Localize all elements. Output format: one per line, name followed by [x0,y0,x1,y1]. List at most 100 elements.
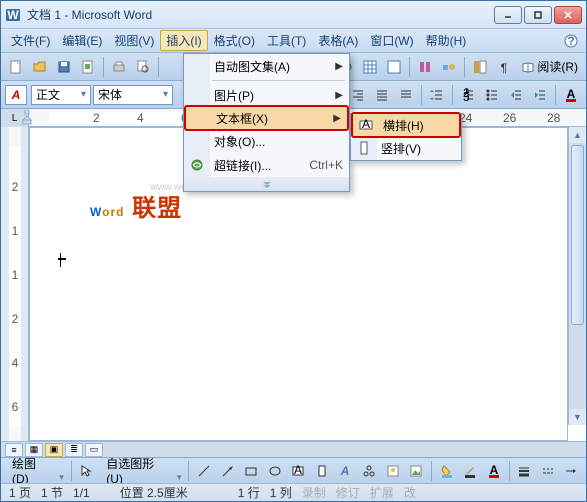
numbering-icon[interactable]: 123 [457,84,479,106]
menu-autotext[interactable]: 自动图文集(A) ▶ [184,54,349,78]
menu-table[interactable]: 表格(A) [312,30,364,51]
status-column: 1 列 [270,484,292,501]
bullets-icon[interactable] [481,84,503,106]
vertical-ruler[interactable]: 2 1 1 2 4 6 [1,127,29,441]
view-tabs: ≡ ▦ ▣ ≣ ▭ [1,441,586,457]
wordart-icon[interactable]: A [335,460,357,482]
minimize-button[interactable] [494,6,522,24]
menu-tools[interactable]: 工具(T) [261,30,312,51]
status-overwrite[interactable]: 改 [404,484,416,501]
show-hide-icon[interactable]: ¶ [493,56,515,78]
submenu-arrow-icon: ▶ [335,90,343,101]
print-icon[interactable] [108,56,130,78]
statusbar: 1 页 1 节 1/1 位置 2.5厘米 1 行 1 列 录制 修订 扩展 改 [1,483,586,501]
insert-dropdown: 自动图文集(A) ▶ 图片(P) ▶ 文本框(X) ▶ 对象(O)... 超链接… [183,53,350,192]
close-button[interactable] [554,6,582,24]
submenu-vertical[interactable]: 竖排(V) [351,136,461,160]
align-right-icon[interactable] [347,84,369,106]
columns-icon[interactable] [414,56,436,78]
menu-expand-icon[interactable] [184,177,349,191]
fill-color-icon[interactable] [436,460,458,482]
font-color-icon[interactable]: A [560,84,582,106]
menu-object[interactable]: 对象(O)... [184,129,349,153]
separator [555,85,556,105]
style-selector[interactable]: 正文 [31,85,91,105]
outline-view-icon[interactable]: ≣ [65,443,83,457]
svg-text:1: 1 [12,268,19,282]
textbox-submenu: A 横排(H) 竖排(V) [350,113,462,161]
titlebar: W 文档 1 - Microsoft Word [1,1,586,29]
new-doc-icon[interactable] [5,56,27,78]
status-revision[interactable]: 修订 [336,484,360,501]
status-extend[interactable]: 扩展 [370,484,394,501]
menu-file[interactable]: 文件(F) [5,30,56,51]
line-style-icon[interactable] [514,460,536,482]
horizontal-textbox-icon: A [358,117,374,133]
arrow-icon[interactable] [217,460,239,482]
excel-icon[interactable] [383,56,405,78]
scroll-down-icon[interactable]: ▼ [569,409,586,425]
line-spacing-icon[interactable] [426,84,448,106]
textbox-icon[interactable]: A [288,460,310,482]
menu-hyperlink[interactable]: 超链接(I)... Ctrl+K [184,153,349,177]
diagram-icon[interactable] [358,460,380,482]
vertical-textbox-icon[interactable] [311,460,333,482]
drawing-icon[interactable] [438,56,460,78]
doc-map-icon[interactable] [469,56,491,78]
status-position: 位置 2.5厘米 [120,484,188,501]
scroll-thumb[interactable] [571,145,584,325]
insert-picture-icon[interactable] [405,460,427,482]
status-section: 1 节 [41,484,63,501]
decrease-indent-icon[interactable] [505,84,527,106]
menu-view[interactable]: 视图(V) [108,30,160,51]
rectangle-icon[interactable] [241,460,263,482]
font-selector[interactable]: 宋体 [93,85,173,105]
menu-insert[interactable]: 插入(I) [160,30,207,51]
separator [509,461,510,481]
menu-edit[interactable]: 编辑(E) [56,30,108,51]
print-preview-icon[interactable] [132,56,154,78]
save-icon[interactable] [53,56,75,78]
svg-text:A: A [294,464,302,477]
menu-help[interactable]: 帮助(H) [420,30,473,51]
status-page: 1 页 [9,484,31,501]
menu-textbox[interactable]: 文本框(X) ▶ [185,106,348,130]
svg-text:6: 6 [12,400,19,414]
separator [188,461,189,481]
separator [71,461,72,481]
clipart-icon[interactable] [382,460,404,482]
distribute-icon[interactable] [395,84,417,106]
dash-style-icon[interactable] [537,460,559,482]
shortcut-label: Ctrl+K [309,158,343,172]
font-color-draw-icon[interactable]: A [483,460,505,482]
menu-format[interactable]: 格式(O) [208,30,261,51]
oval-icon[interactable] [264,460,286,482]
select-objects-icon[interactable] [76,460,98,482]
status-record[interactable]: 录制 [302,484,326,501]
indent-markers[interactable] [21,110,37,126]
submenu-horizontal[interactable]: A 横排(H) [352,113,460,137]
help-question-icon[interactable]: ? [560,34,582,48]
table-icon[interactable] [359,56,381,78]
open-icon[interactable] [29,56,51,78]
permission-icon[interactable] [77,56,99,78]
svg-text:A: A [340,464,350,478]
maximize-button[interactable] [524,6,552,24]
svg-text:26: 26 [503,111,517,125]
scroll-up-icon[interactable]: ▲ [569,127,586,143]
menubar: 文件(F) 编辑(E) 视图(V) 插入(I) 格式(O) 工具(T) 表格(A… [1,29,586,53]
text-cursor [60,253,63,267]
arrow-style-icon[interactable] [561,460,583,482]
watermark-logo: Word 联盟 [90,188,182,223]
reading-view-button[interactable]: 阅读(R) [517,56,582,77]
increase-indent-icon[interactable] [529,84,551,106]
styles-formatting-icon[interactable]: A [5,85,27,105]
align-justify-icon[interactable] [371,84,393,106]
line-color-icon[interactable] [459,460,481,482]
line-icon[interactable] [193,460,215,482]
vertical-scrollbar[interactable]: ▲ ▼ [568,127,586,425]
menu-window[interactable]: 窗口(W) [364,30,419,51]
app-window: W 文档 1 - Microsoft Word 文件(F) 编辑(E) 视图(V… [0,0,587,502]
menu-separator [212,80,345,81]
menu-picture[interactable]: 图片(P) ▶ [184,83,349,107]
